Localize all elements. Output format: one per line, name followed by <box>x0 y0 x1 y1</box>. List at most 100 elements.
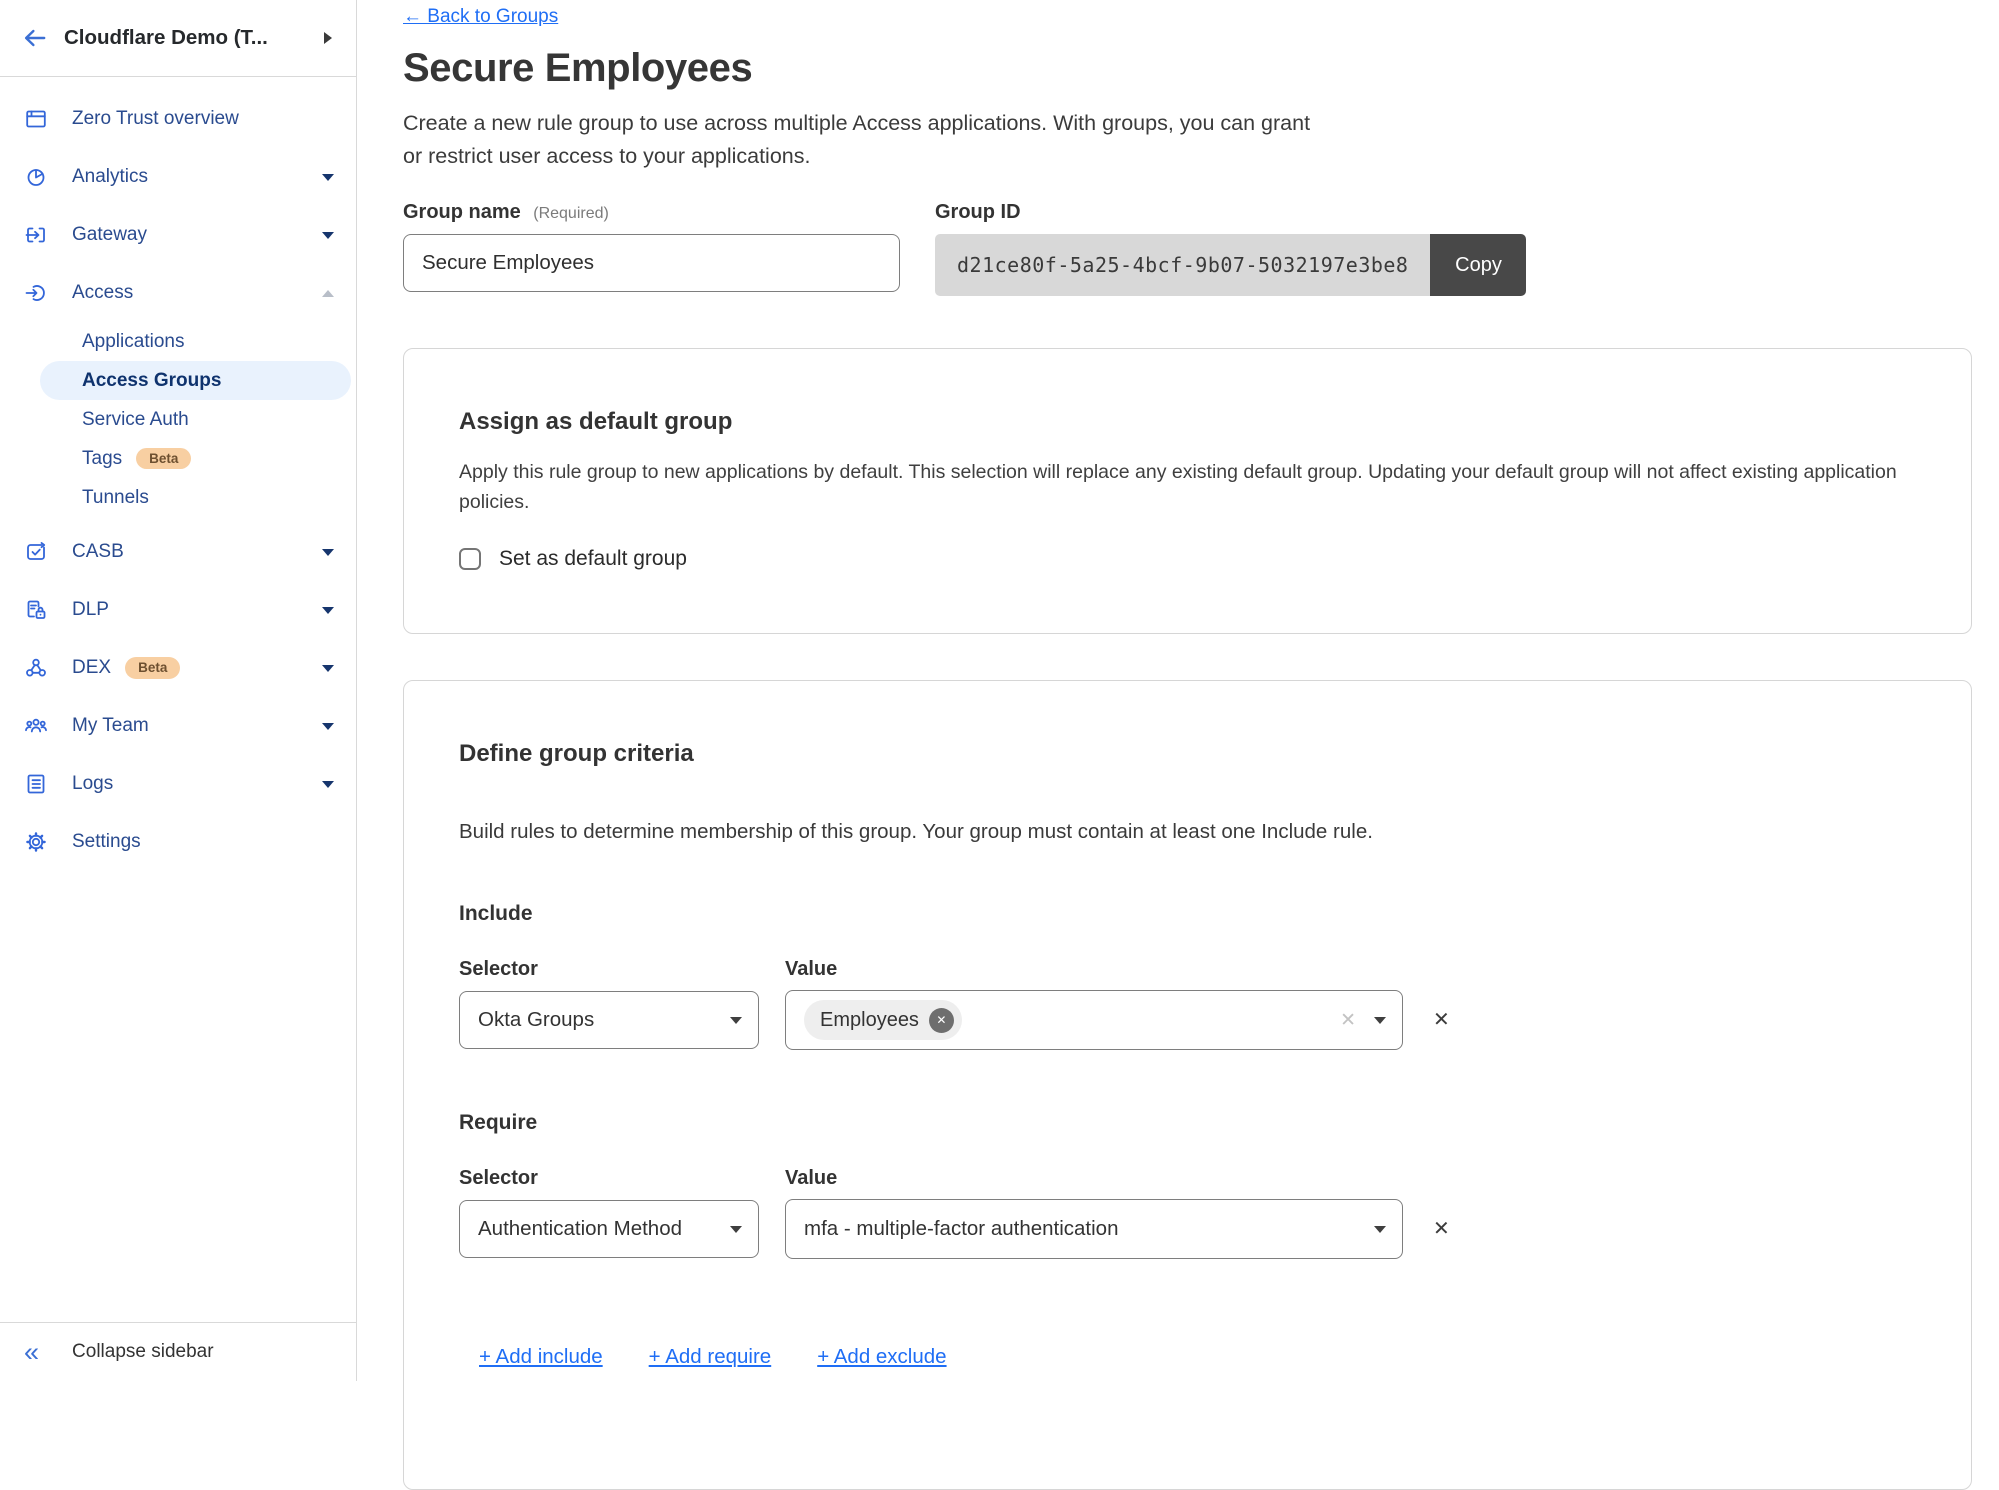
require-selector-dropdown[interactable]: Authentication Method <box>459 1200 759 1258</box>
sidebar-item-casb[interactable]: CASB <box>0 523 356 581</box>
rule-actions-row: + Add include + Add require + Add exclud… <box>479 1345 1916 1369</box>
chevron-down-icon <box>322 549 334 556</box>
sidebar-item-tags[interactable]: Tags Beta <box>40 439 351 478</box>
require-value-dropdown[interactable]: mfa - multiple-factor authentication <box>785 1199 1403 1259</box>
set-default-checkbox[interactable] <box>459 548 481 570</box>
account-name: Cloudflare Demo (T... <box>64 26 268 50</box>
sidebar-item-settings[interactable]: Settings <box>0 813 356 871</box>
group-form-row: Group name (Required) Group ID d21ce80f-… <box>403 201 1999 296</box>
require-heading: Require <box>459 1110 1916 1136</box>
sidebar-item-dlp[interactable]: DLP <box>0 581 356 639</box>
sidebar-item-my-team[interactable]: My Team <box>0 697 356 755</box>
collapse-chevrons-icon: « <box>24 1339 39 1366</box>
value-label: Value <box>785 958 837 981</box>
sidebar-item-logs[interactable]: Logs <box>0 755 356 813</box>
beta-badge: Beta <box>136 448 191 470</box>
group-id-value: d21ce80f-5a25-4bcf-9b07-5032197e3be8 <box>935 234 1430 296</box>
sidebar-item-dex[interactable]: DEX Beta <box>0 639 356 697</box>
set-default-label: Set as default group <box>499 547 687 571</box>
page-title: Secure Employees <box>403 46 1999 91</box>
sidebar-item-label: Tunnels <box>82 487 149 509</box>
include-heading: Include <box>459 901 1916 927</box>
chevron-down-icon <box>322 174 334 181</box>
sidebar-item-label: DLP <box>72 599 109 621</box>
sidebar-item-label: CASB <box>72 541 124 563</box>
default-checkbox-row: Set as default group <box>459 547 1916 571</box>
value-chip: Employees <box>804 1000 962 1040</box>
add-exclude-link[interactable]: + Add exclude <box>817 1345 946 1369</box>
main-content: ← Back to Groups Secure Employees Create… <box>357 0 1999 1381</box>
sidebar-item-label: Logs <box>72 773 113 795</box>
chevron-down-icon <box>322 607 334 614</box>
value-label: Value <box>785 1167 837 1190</box>
require-value-text: mfa - multiple-factor authentication <box>804 1217 1118 1241</box>
sidebar-item-analytics[interactable]: Analytics <box>0 148 356 206</box>
group-id-label: Group ID <box>935 201 1526 224</box>
page-description-line1: Create a new rule group to use across mu… <box>403 107 1999 140</box>
chip-label: Employees <box>820 1009 919 1032</box>
page-description: Create a new rule group to use across mu… <box>403 107 1999 173</box>
require-rule-row: Authentication Method mfa - multiple-fac… <box>459 1199 1916 1259</box>
sidebar-item-access[interactable]: Access <box>0 264 356 322</box>
back-arrow-icon[interactable] <box>22 25 48 51</box>
chevron-right-icon[interactable] <box>324 32 332 44</box>
sidebar-item-label: Access Groups <box>82 370 221 392</box>
criteria-card: Define group criteria Build rules to det… <box>403 680 1972 1490</box>
sidebar-item-access-groups[interactable]: Access Groups <box>40 361 351 400</box>
include-selector-value: Okta Groups <box>478 1008 594 1032</box>
required-hint: (Required) <box>533 205 609 222</box>
chevron-down-icon <box>322 665 334 672</box>
sidebar-item-tunnels[interactable]: Tunnels <box>40 478 351 517</box>
chip-remove-icon[interactable] <box>929 1008 954 1033</box>
dlp-icon <box>24 598 48 622</box>
casb-icon <box>24 540 48 564</box>
sidebar-item-label: Applications <box>82 331 184 353</box>
overview-icon <box>24 107 48 131</box>
sidebar-header: Cloudflare Demo (T... <box>0 0 356 77</box>
sidebar-item-label: DEX <box>72 657 111 679</box>
require-selector-value: Authentication Method <box>478 1217 682 1241</box>
remove-include-rule-icon[interactable] <box>1433 1010 1450 1030</box>
chevron-down-icon <box>322 781 334 788</box>
sidebar-item-label: Tags <box>82 448 122 470</box>
access-icon <box>24 281 48 305</box>
chevron-up-icon <box>322 290 334 297</box>
chevron-down-icon <box>730 1017 742 1024</box>
chevron-down-icon <box>1374 1017 1386 1024</box>
chevron-down-icon <box>730 1226 742 1233</box>
criteria-card-description: Build rules to determine membership of t… <box>459 817 1916 847</box>
include-selector-dropdown[interactable]: Okta Groups <box>459 991 759 1049</box>
include-labels-row: Selector Value <box>459 958 1916 981</box>
sidebar-item-zero-trust-overview[interactable]: Zero Trust overview <box>0 90 356 148</box>
sidebar-item-label: Gateway <box>72 224 147 246</box>
clear-value-icon[interactable] <box>1340 1009 1356 1032</box>
include-rule-row: Okta Groups Employees <box>459 990 1916 1050</box>
sidebar-item-gateway[interactable]: Gateway <box>0 206 356 264</box>
group-name-input[interactable] <box>403 234 900 292</box>
default-card-description: Apply this rule group to new application… <box>459 457 1916 517</box>
gear-icon <box>24 830 48 854</box>
collapse-sidebar-button[interactable]: « Collapse sidebar <box>0 1322 356 1381</box>
remove-require-rule-icon[interactable] <box>1433 1219 1450 1239</box>
back-to-groups-link[interactable]: ← Back to Groups <box>403 6 558 28</box>
group-name-field-wrap: Group name (Required) <box>403 201 900 296</box>
add-require-link[interactable]: + Add require <box>649 1345 772 1369</box>
collapse-sidebar-label: Collapse sidebar <box>72 1341 214 1363</box>
team-icon <box>24 714 48 738</box>
criteria-card-title: Define group criteria <box>459 739 1916 769</box>
chevron-down-icon <box>322 232 334 239</box>
copy-button[interactable]: Copy <box>1430 234 1526 296</box>
add-include-link[interactable]: + Add include <box>479 1345 603 1369</box>
default-card-title: Assign as default group <box>459 407 1916 437</box>
dex-icon <box>24 656 48 680</box>
sidebar-item-label: Access <box>72 282 133 304</box>
sidebar-item-applications[interactable]: Applications <box>40 322 351 361</box>
logs-icon <box>24 772 48 796</box>
include-value-multiselect[interactable]: Employees <box>785 990 1403 1050</box>
selector-label: Selector <box>459 958 785 981</box>
group-id-bar: d21ce80f-5a25-4bcf-9b07-5032197e3be8 Cop… <box>935 234 1526 296</box>
sidebar-item-label: Service Auth <box>82 409 189 431</box>
sidebar-item-service-auth[interactable]: Service Auth <box>40 400 351 439</box>
sidebar-item-label: Analytics <box>72 166 148 188</box>
beta-badge: Beta <box>125 657 180 679</box>
